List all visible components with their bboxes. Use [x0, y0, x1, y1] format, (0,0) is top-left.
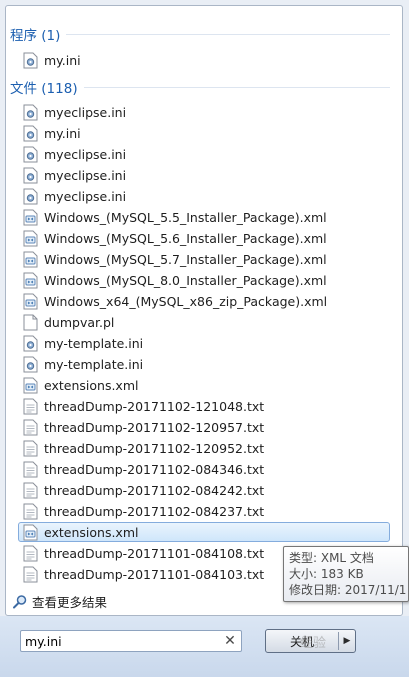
xml-file-icon	[23, 272, 38, 288]
result-label: extensions.xml	[44, 377, 139, 393]
result-label: Windows_x64_(MySQL_x86_zip_Package).xml	[44, 293, 328, 309]
group-divider	[66, 34, 390, 35]
result-item[interactable]: Windows_x64_(MySQL_x86_zip_Package).xml	[18, 291, 390, 311]
result-label: Windows_(MySQL_5.5_Installer_Package).xm…	[44, 209, 327, 225]
result-item[interactable]: threadDump-20171102-120957.txt	[18, 417, 390, 437]
text-file-icon	[23, 419, 38, 435]
config-file-icon	[23, 146, 38, 162]
result-label: threadDump-20171102-120952.txt	[44, 440, 265, 456]
result-label: threadDump-20171102-084237.txt	[44, 503, 265, 519]
file-info-tooltip: 类型: XML 文档 大小: 183 KB 修改日期: 2017/11/1 9	[283, 546, 409, 602]
see-more-label: 查看更多结果	[32, 595, 108, 610]
search-icon	[13, 594, 27, 608]
xml-file-icon	[23, 209, 38, 225]
text-file-icon	[23, 482, 38, 498]
config-file-icon	[23, 188, 38, 204]
group-header-files: 文件 (118)	[10, 78, 390, 97]
result-item[interactable]: myeclipse.ini	[18, 144, 390, 164]
text-file-icon	[23, 503, 38, 519]
result-label: my.ini	[44, 125, 81, 141]
result-item[interactable]: threadDump-20171102-120952.txt	[18, 438, 390, 458]
result-item[interactable]: my-template.ini	[18, 333, 390, 353]
blank-file-icon	[23, 314, 38, 330]
result-label: dumpvar.pl	[44, 314, 115, 330]
xml-file-icon	[23, 293, 38, 309]
result-item[interactable]: extensions.xml	[18, 375, 390, 395]
search-input[interactable]	[21, 631, 222, 651]
result-item[interactable]: threadDump-20171102-084242.txt	[18, 480, 390, 500]
result-label: extensions.xml	[44, 524, 139, 540]
xml-file-icon	[23, 251, 38, 267]
result-item[interactable]: Windows_(MySQL_8.0_Installer_Package).xm…	[18, 270, 390, 290]
group-title: 文件 (118)	[10, 81, 78, 97]
result-item[interactable]: Windows_(MySQL_5.6_Installer_Package).xm…	[18, 228, 390, 248]
xml-file-icon	[23, 377, 38, 393]
tooltip-modified: 修改日期: 2017/11/1 9	[289, 583, 409, 597]
group-divider	[83, 87, 390, 88]
result-item[interactable]: Windows_(MySQL_5.5_Installer_Package).xm…	[18, 207, 390, 227]
result-item[interactable]: Windows_(MySQL_5.7_Installer_Package).xm…	[18, 249, 390, 269]
xml-file-icon	[23, 230, 38, 246]
result-label: myeclipse.ini	[44, 188, 127, 204]
result-label: threadDump-20171101-084103.txt	[44, 566, 265, 582]
tooltip-type: 类型: XML 文档	[289, 551, 374, 565]
text-file-icon	[23, 566, 38, 582]
result-label: threadDump-20171101-084108.txt	[44, 545, 265, 561]
text-file-icon	[23, 461, 38, 477]
result-item-selected[interactable]: extensions.xml	[18, 522, 390, 542]
result-item[interactable]: myeclipse.ini	[18, 165, 390, 185]
result-label: Windows_(MySQL_5.6_Installer_Package).xm…	[44, 230, 327, 246]
tooltip-size: 大小: 183 KB	[289, 567, 364, 581]
result-label: threadDump-20171102-084346.txt	[44, 461, 265, 477]
config-file-icon	[23, 104, 38, 120]
group-header-programs: 程序 (1)	[10, 25, 390, 44]
result-item[interactable]: threadDump-20171102-121048.txt	[18, 396, 390, 416]
result-label: Windows_(MySQL_8.0_Installer_Package).xm…	[44, 272, 327, 288]
shutdown-options-arrow-icon[interactable]: ▶	[339, 636, 355, 646]
result-label: myeclipse.ini	[44, 167, 127, 183]
text-file-icon	[23, 398, 38, 414]
result-item[interactable]: my.ini	[18, 50, 390, 70]
result-item[interactable]: my-template.ini	[18, 354, 390, 374]
result-label: myeclipse.ini	[44, 146, 127, 162]
result-item[interactable]: myeclipse.ini	[18, 102, 390, 122]
config-file-icon	[23, 356, 38, 372]
config-file-icon	[23, 335, 38, 351]
result-item[interactable]: threadDump-20171102-084346.txt	[18, 459, 390, 479]
result-label: myeclipse.ini	[44, 104, 127, 120]
group-title: 程序 (1)	[10, 28, 61, 44]
result-item[interactable]: my.ini	[18, 123, 390, 143]
result-label: threadDump-20171102-121048.txt	[44, 398, 265, 414]
text-file-icon	[23, 545, 38, 561]
search-box[interactable]: ✕	[20, 630, 242, 652]
result-label: threadDump-20171102-084242.txt	[44, 482, 265, 498]
result-item[interactable]: threadDump-20171102-084237.txt	[18, 501, 390, 521]
config-file-icon	[23, 125, 38, 141]
config-file-icon	[23, 167, 38, 183]
result-label: threadDump-20171102-120957.txt	[44, 419, 265, 435]
see-more-results-link[interactable]: 查看更多结果	[12, 592, 107, 611]
result-item[interactable]: myeclipse.ini	[18, 186, 390, 206]
result-label: my.ini	[44, 52, 81, 68]
result-label: my-template.ini	[44, 356, 144, 372]
result-label: Windows_(MySQL_5.7_Installer_Package).xm…	[44, 251, 327, 267]
text-file-icon	[23, 440, 38, 456]
result-item[interactable]: dumpvar.pl	[18, 312, 390, 332]
result-label: my-template.ini	[44, 335, 144, 351]
xml-file-icon	[23, 524, 38, 540]
config-file-icon	[23, 52, 38, 68]
shutdown-label: 关机	[289, 634, 314, 649]
clear-search-icon[interactable]: ✕	[222, 633, 238, 649]
shutdown-button[interactable]: 关机 ▶	[265, 629, 356, 653]
